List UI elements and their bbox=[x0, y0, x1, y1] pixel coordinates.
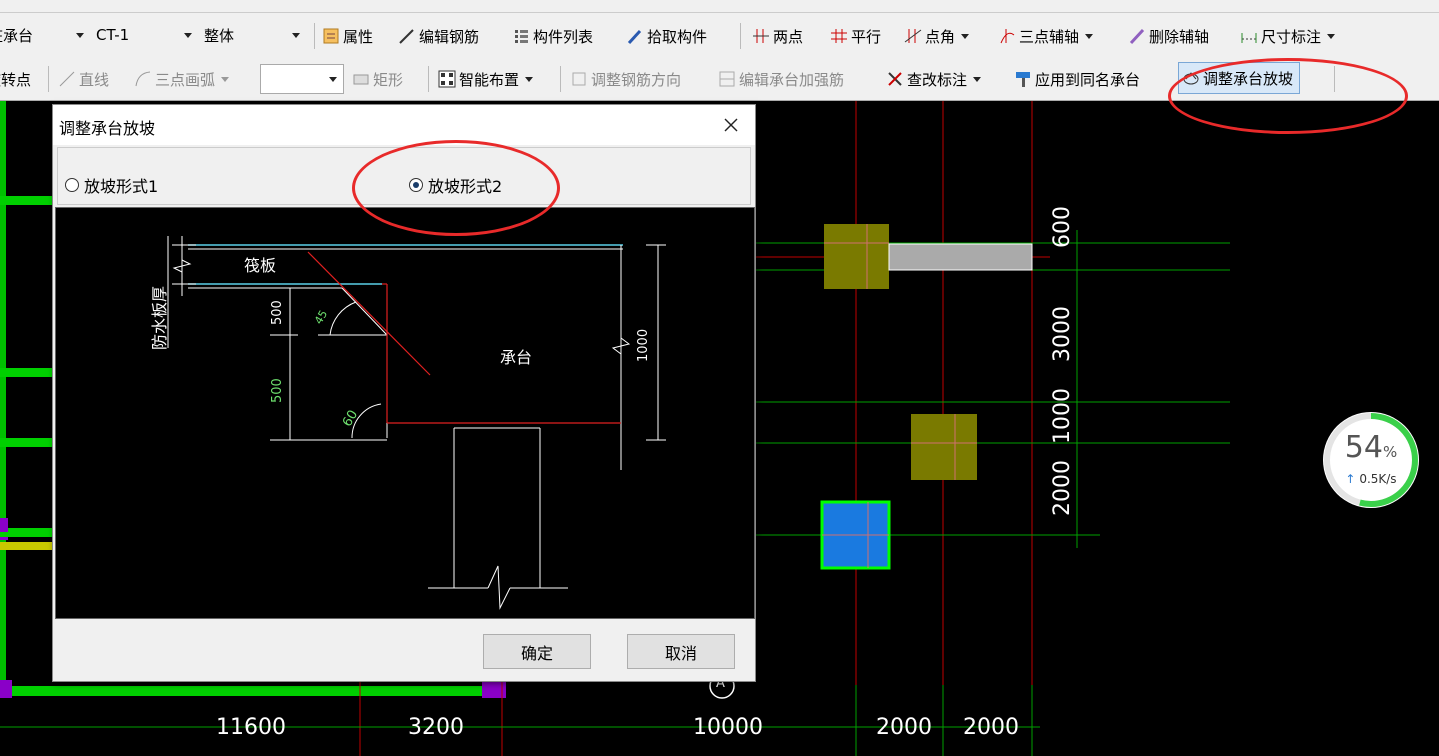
modify-annotation-button[interactable]: 查改标注 bbox=[886, 64, 982, 94]
dim-500-bottom: 500 bbox=[270, 378, 285, 403]
dimension-button[interactable]: 尺寸标注 bbox=[1240, 21, 1336, 51]
dim-bottom-5: 2000 bbox=[963, 715, 1019, 740]
rotate-point-button[interactable]: 旋转点 bbox=[0, 64, 31, 94]
point-angle-icon bbox=[904, 27, 922, 45]
adjust-rebar-direction-button[interactable]: 调整钢筋方向 bbox=[570, 64, 681, 94]
annotation-ring-option2 bbox=[352, 140, 560, 236]
label-waterproof-thickness: 防水板厚 bbox=[150, 285, 169, 350]
pencil-icon bbox=[398, 27, 416, 45]
properties-icon bbox=[322, 27, 340, 45]
slope-option-1-radio[interactable]: 放坡形式1 bbox=[65, 173, 158, 197]
two-point-icon bbox=[752, 27, 770, 45]
parallel-icon bbox=[830, 27, 848, 45]
close-icon bbox=[724, 118, 738, 132]
radio-unchecked-icon bbox=[65, 178, 79, 192]
three-point-icon bbox=[998, 27, 1016, 45]
dialog-titlebar: 调整承台放坡 bbox=[53, 105, 755, 145]
eyedropper-icon bbox=[626, 27, 644, 45]
ok-button[interactable]: 确定 bbox=[483, 634, 591, 669]
toolbar-clipped bbox=[0, 0, 1439, 13]
dialog-title: 调整承台放坡 bbox=[59, 119, 156, 138]
smart-layout-button[interactable]: 智能布置 bbox=[438, 64, 534, 94]
dim-500-top: 500 bbox=[270, 300, 285, 325]
net-percent-sign: % bbox=[1382, 443, 1398, 461]
component-list-button[interactable]: 构件列表 bbox=[512, 21, 593, 51]
properties-button[interactable]: 属性 bbox=[322, 21, 373, 51]
line-icon bbox=[58, 70, 76, 88]
three-point-axis-button[interactable]: 三点辅轴 bbox=[998, 21, 1094, 51]
toolbar-row-1: 桩承台 CT-1 整体 属性 编辑钢筋 构件列表 拾取构件 两点 平行 点角 三… bbox=[0, 13, 1439, 59]
rectangle-button[interactable]: 矩形 bbox=[352, 64, 403, 94]
label-raft: 筏板 bbox=[244, 256, 277, 275]
point-angle-button[interactable]: 点角 bbox=[904, 21, 970, 51]
paint-roller-icon bbox=[1014, 70, 1032, 88]
rectangle-icon bbox=[352, 70, 370, 88]
beam bbox=[888, 243, 1033, 271]
net-percent: 54 bbox=[1344, 430, 1383, 465]
edit-rebar-button[interactable]: 编辑钢筋 bbox=[398, 21, 479, 51]
grid-layout-icon bbox=[438, 70, 456, 88]
network-speed-widget[interactable]: 54% ↑ 0.5K/s bbox=[1321, 410, 1421, 510]
arc-icon bbox=[134, 70, 152, 88]
component-type-select[interactable]: 桩承台 bbox=[0, 21, 90, 49]
pile-cap bbox=[824, 224, 889, 289]
dim-bottom-2: 3200 bbox=[408, 715, 464, 740]
list-icon bbox=[512, 27, 530, 45]
dim-right-3: 1000 bbox=[1050, 388, 1075, 444]
parallel-axis-button[interactable]: 平行 bbox=[830, 21, 881, 51]
pile-cap bbox=[911, 414, 977, 480]
dim-right-4: 2000 bbox=[1050, 460, 1075, 516]
slope-preview: 筏板 承台 防水板厚 500 500 1000 45 60 bbox=[55, 207, 755, 619]
component-name-select[interactable]: CT-1 bbox=[96, 21, 198, 49]
arc-mode-select[interactable] bbox=[260, 64, 344, 94]
annotation-icon bbox=[886, 70, 904, 88]
dim-bottom-4: 2000 bbox=[876, 715, 932, 740]
dim-1000: 1000 bbox=[636, 328, 651, 362]
dim-right-2: 3000 bbox=[1050, 306, 1075, 362]
net-speed: 0.5K/s bbox=[1359, 472, 1397, 486]
scope-select[interactable]: 整体 bbox=[204, 21, 306, 49]
edit-cap-reinforcement-button[interactable]: 编辑承台加强筋 bbox=[718, 64, 844, 94]
dim-bottom-1: 11600 bbox=[216, 715, 286, 740]
label-pile-cap: 承台 bbox=[500, 348, 533, 367]
reinforcement-icon bbox=[718, 70, 736, 88]
upload-arrow-icon: ↑ bbox=[1345, 472, 1356, 486]
line-button[interactable]: 直线 bbox=[58, 64, 109, 94]
slope-diagram bbox=[167, 236, 666, 610]
dim-right-1: 600 bbox=[1050, 206, 1075, 248]
two-point-axis-button[interactable]: 两点 bbox=[752, 21, 803, 51]
rebar-direction-icon bbox=[570, 70, 588, 88]
dimension-icon bbox=[1240, 27, 1258, 45]
three-point-arc-button[interactable]: 三点画弧 bbox=[134, 64, 230, 94]
close-button[interactable] bbox=[717, 111, 745, 139]
pick-component-button[interactable]: 拾取构件 bbox=[626, 21, 707, 51]
eraser-icon bbox=[1128, 27, 1146, 45]
annotation-ring-toolbar bbox=[1168, 58, 1408, 134]
dim-bottom-3: 10000 bbox=[693, 715, 763, 740]
apply-to-same-cap-button[interactable]: 应用到同名承台 bbox=[1014, 64, 1140, 94]
cancel-button[interactable]: 取消 bbox=[627, 634, 735, 669]
delete-axis-button[interactable]: 删除辅轴 bbox=[1128, 21, 1209, 51]
